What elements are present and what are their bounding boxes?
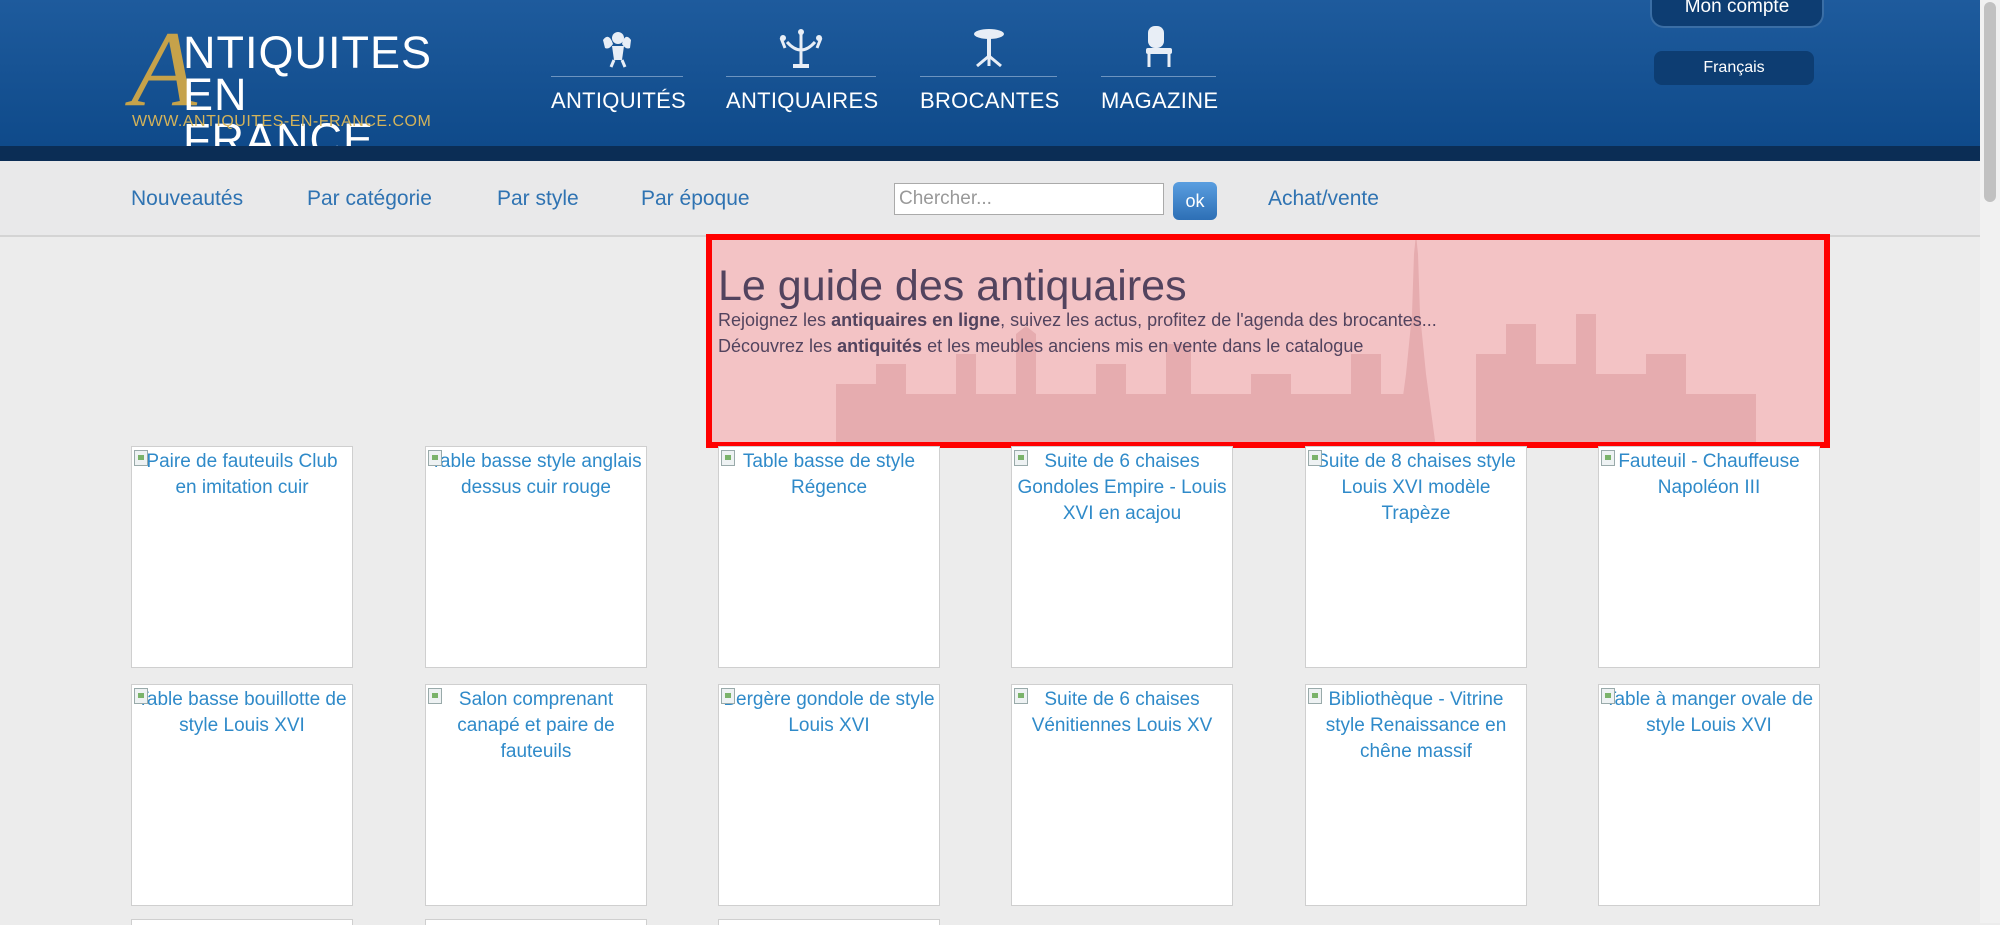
product-title[interactable]: Table basse de style Régence [719,447,939,501]
product-card-partial[interactable] [718,919,940,925]
broken-image-icon [428,688,442,704]
nav-label: ANTIQUITÉS [551,88,687,113]
product-title[interactable]: Bibliothèque - Vitrine style Renaissance… [1306,685,1526,765]
nav-antiquaires[interactable]: ANTIQUAIRES [726,26,879,114]
header-band [0,146,1980,161]
product-title[interactable]: Table basse bouillotte de style Louis XV… [132,685,352,739]
scrollbar-thumb[interactable] [1984,2,1996,202]
nav-antiquites[interactable]: ANTIQUITÉS [551,26,687,114]
nav-label: BROCANTES [920,88,1060,113]
product-card-partial[interactable] [131,919,353,925]
search-input[interactable] [894,183,1164,215]
product-card[interactable]: Salon comprenant canapé et paire de faut… [425,684,647,906]
subnav-nouveautes[interactable]: Nouveautés [131,187,243,211]
product-title[interactable]: Suite de 6 chaises Vénitiennes Louis XV [1012,685,1232,739]
pedestal-table-icon [920,26,1057,68]
nav-magazine[interactable]: MAGAZINE [1101,26,1219,114]
search-ok-button[interactable]: ok [1173,182,1217,220]
broken-image-icon [721,450,735,466]
product-card[interactable]: Paire de fauteuils Club en imitation cui… [131,446,353,668]
product-card[interactable]: Fauteuil - Chauffeuse Napoléon III [1598,446,1820,668]
product-title[interactable]: Paire de fauteuils Club en imitation cui… [132,447,352,501]
broken-image-icon [1014,450,1028,466]
product-title[interactable]: Table à manger ovale de style Louis XVI [1599,685,1819,739]
broken-image-icon [1014,688,1028,704]
logo-url: WWW.ANTIQUITES-EN-FRANCE.COM [132,113,432,130]
language-selector[interactable]: Français [1654,51,1814,85]
product-title[interactable]: Suite de 6 chaises Gondoles Empire - Lou… [1012,447,1232,527]
product-card[interactable]: Suite de 8 chaises style Louis XVI modèl… [1305,446,1527,668]
broken-image-icon [134,688,148,704]
broken-image-icon [1308,688,1322,704]
broken-image-icon [1308,450,1322,466]
nav-label: MAGAZINE [1101,88,1219,113]
candelabra-icon [726,26,876,68]
product-card[interactable]: Table basse de style Régence [718,446,940,668]
product-title[interactable]: Suite de 8 chaises style Louis XVI modèl… [1306,447,1526,527]
product-card[interactable]: Suite de 6 chaises Vénitiennes Louis XV [1011,684,1233,906]
product-card[interactable]: Bibliothèque - Vitrine style Renaissance… [1305,684,1527,906]
product-card-partial[interactable] [425,919,647,925]
subnav-par-categorie[interactable]: Par catégorie [307,187,432,211]
nav-label: ANTIQUAIRES [726,88,879,113]
account-button[interactable]: Mon compte [1650,0,1824,28]
product-title[interactable]: Fauteuil - Chauffeuse Napoléon III [1599,447,1819,501]
chair-icon [1101,26,1216,68]
product-card[interactable]: Table à manger ovale de style Louis XVI [1598,684,1820,906]
product-card[interactable]: Table basse bouillotte de style Louis XV… [131,684,353,906]
subnav-achat-vente[interactable]: Achat/vente [1268,187,1379,211]
product-title[interactable]: Table basse style anglais dessus cuir ro… [426,447,646,501]
product-card[interactable]: Suite de 6 chaises Gondoles Empire - Lou… [1011,446,1233,668]
broken-image-icon [1601,688,1615,704]
cherub-icon [551,26,683,68]
hero-highlight-box [706,234,1830,448]
broken-image-icon [134,450,148,466]
subnav-par-style[interactable]: Par style [497,187,579,211]
nav-brocantes[interactable]: BROCANTES [920,26,1060,114]
page-scrollbar[interactable] [1980,0,2000,923]
product-card[interactable]: Table basse style anglais dessus cuir ro… [425,446,647,668]
broken-image-icon [428,450,442,466]
product-card[interactable]: Bergère gondole de style Louis XVI [718,684,940,906]
product-title[interactable]: Salon comprenant canapé et paire de faut… [426,685,646,765]
site-header: A NTIQUITES EN FRANCE WWW.ANTIQUITES-EN-… [0,0,1980,163]
product-title[interactable]: Bergère gondole de style Louis XVI [719,685,939,739]
sub-nav: Nouveautés Par catégorie Par style Par é… [0,161,1980,237]
subnav-par-epoque[interactable]: Par époque [641,187,750,211]
broken-image-icon [721,688,735,704]
site-logo[interactable]: A NTIQUITES EN FRANCE WWW.ANTIQUITES-EN-… [131,16,441,163]
broken-image-icon [1601,450,1615,466]
